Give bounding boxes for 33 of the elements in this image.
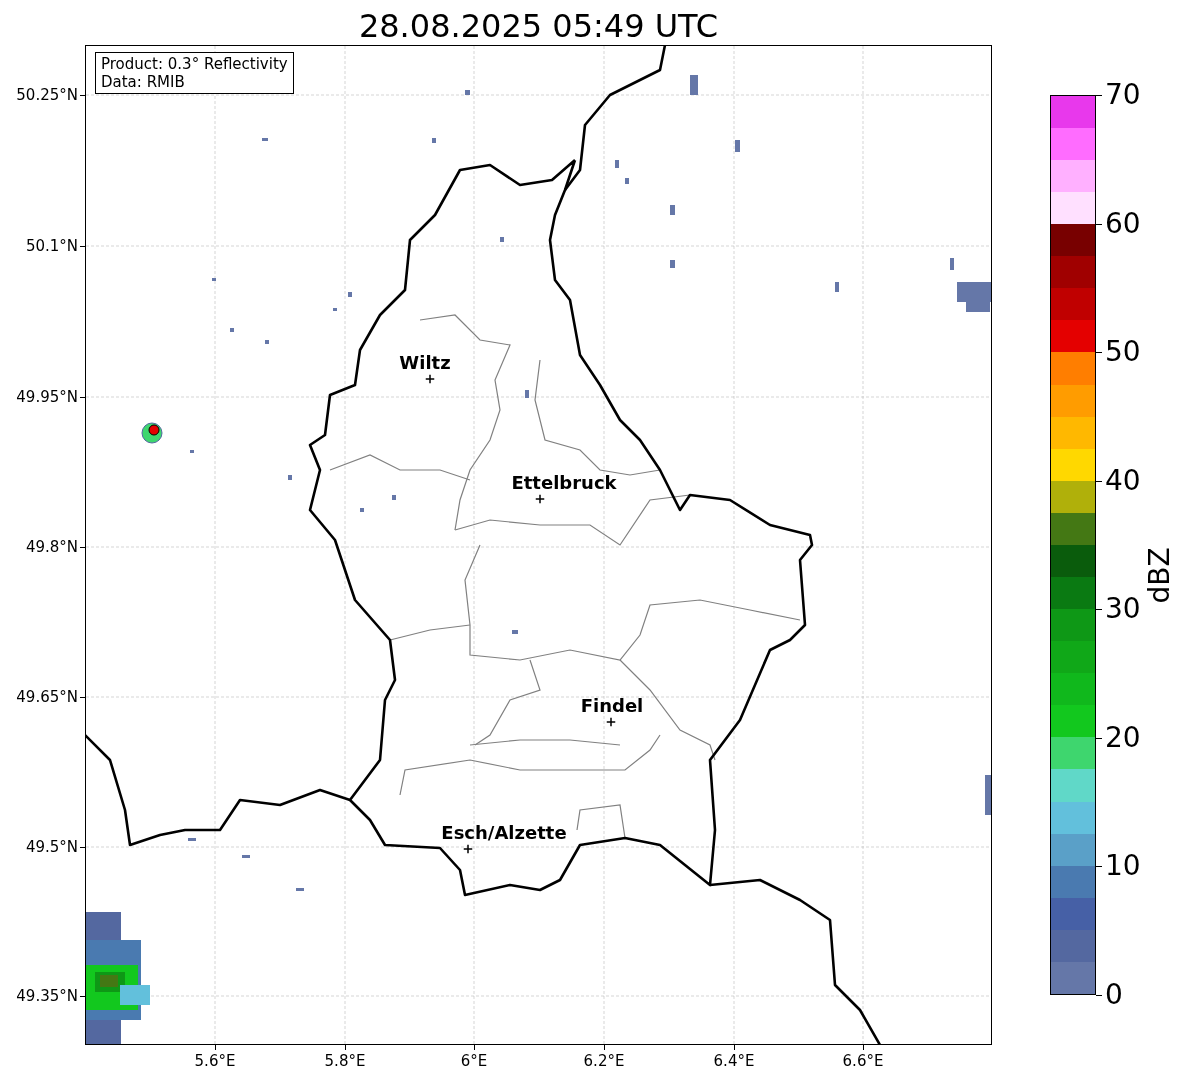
city-marker-icon: [535, 494, 545, 504]
chart-title: 28.08.2025 05:49 UTC: [357, 6, 720, 46]
longitude-label: 6°E: [460, 1052, 488, 1070]
colorbar-tick-label: 50: [1105, 337, 1141, 368]
latitude-label: 49.65°N: [16, 688, 78, 706]
colorbar-tick-label: 0: [1105, 980, 1123, 1010]
longitude-label: 6.4°E: [713, 1052, 755, 1070]
colorbar-label: dBZ: [1142, 546, 1176, 604]
colorbar-tick-label: 10: [1105, 851, 1141, 882]
latitude-label: 49.5°N: [25, 838, 78, 856]
info-text: Product: 0.3° Reflectivity: [101, 55, 288, 73]
colorbar-tick-label: 20: [1105, 722, 1141, 753]
city-label: Esch/Alzette: [441, 823, 567, 843]
latitude-label: 50.1°N: [25, 237, 78, 255]
colorbar-tick-label: 40: [1105, 465, 1141, 496]
longitude-label: 5.6°E: [194, 1052, 236, 1070]
colorbar-tick-label: 30: [1105, 594, 1141, 625]
colorbar-tick-label: 70: [1105, 80, 1141, 110]
latitude-label: 49.95°N: [16, 388, 78, 406]
city-marker-icon: [606, 717, 616, 727]
longitude-label: 6.2°E: [583, 1052, 625, 1070]
longitude-label: 5.8°E: [324, 1052, 366, 1070]
latitude-label: 49.35°N: [16, 987, 78, 1005]
colorbar-tick-label: 60: [1105, 208, 1141, 239]
city-marker-icon: [425, 374, 435, 384]
city-label: Ettelbruck: [511, 473, 617, 493]
info-text: Data: RMIB: [101, 73, 186, 91]
latitude-label: 50.25°N: [16, 86, 78, 104]
city-marker-icon: [463, 844, 473, 854]
latitude-label: 49.8°N: [25, 538, 78, 556]
city-label: Findel: [580, 696, 644, 716]
city-label: Wiltz: [399, 353, 451, 373]
longitude-label: 6.6°E: [842, 1052, 884, 1070]
